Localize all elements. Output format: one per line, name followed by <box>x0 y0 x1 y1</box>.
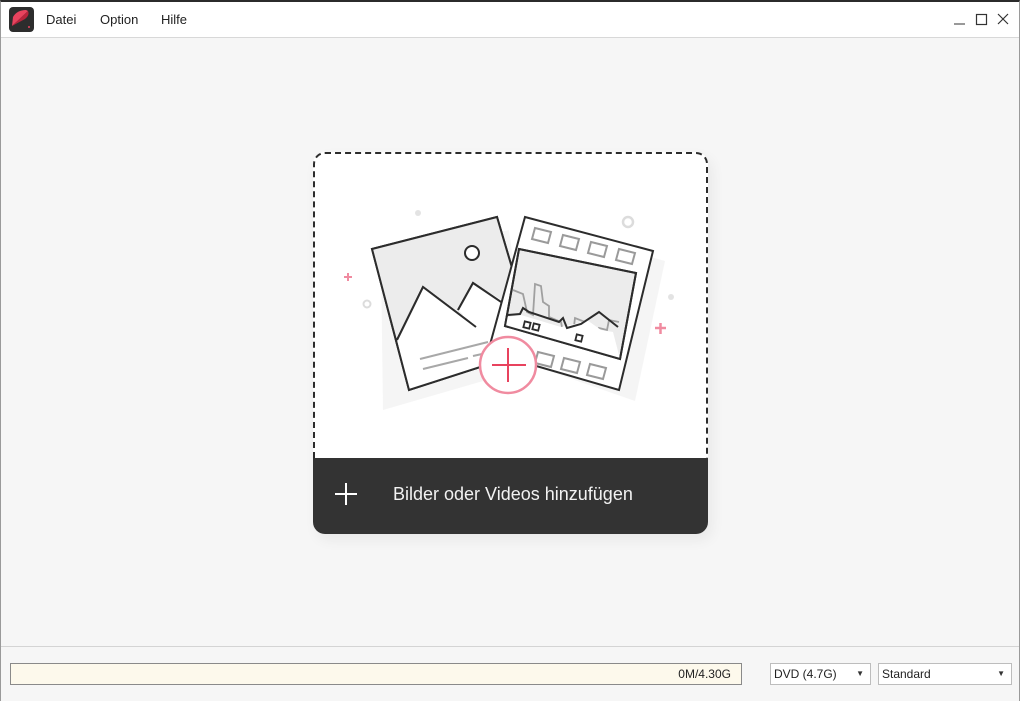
minimize-button[interactable] <box>950 10 968 28</box>
app-window: Datei Option Hilfe Bilder oder Videos hi… <box>0 0 1020 701</box>
quality-select[interactable]: Standard ▼ <box>878 663 1012 685</box>
menu-datei[interactable]: Datei <box>46 2 76 38</box>
ring-icon <box>362 299 372 309</box>
disc-type-select[interactable]: DVD (4.7G) ▼ <box>770 663 871 685</box>
photo-and-film-add-illustration <box>344 210 674 410</box>
menu-option[interactable]: Option <box>100 2 138 38</box>
bottom-bar: 0M/4.30G DVD (4.7G) ▼ Standard ▼ <box>1 646 1019 701</box>
sparkle-plus-icon <box>655 323 666 334</box>
close-button[interactable] <box>994 10 1012 28</box>
dropdown-arrow-icon: ▼ <box>997 669 1005 678</box>
capacity-text: 0M/4.30G <box>678 667 731 681</box>
minimize-icon <box>954 23 965 25</box>
app-logo-icon <box>9 7 34 32</box>
maximize-button[interactable] <box>972 10 990 28</box>
maximize-icon <box>975 13 988 26</box>
media-dropzone[interactable]: Bilder oder Videos hinzufügen <box>313 152 708 534</box>
plus-icon <box>335 483 357 505</box>
dot-icon <box>668 294 674 300</box>
sparkle-plus-icon <box>344 273 352 281</box>
dot-icon <box>415 210 421 216</box>
menu-hilfe[interactable]: Hilfe <box>161 2 187 38</box>
disc-type-value: DVD (4.7G) <box>774 667 837 681</box>
add-media-label: Bilder oder Videos hinzufügen <box>393 484 633 504</box>
ring-icon <box>621 215 635 229</box>
quality-value: Standard <box>882 667 931 681</box>
add-circle-icon <box>478 335 538 395</box>
title-bar: Datei Option Hilfe <box>1 2 1019 38</box>
dropdown-arrow-icon: ▼ <box>856 669 864 678</box>
disc-capacity-bar: 0M/4.30G <box>10 663 742 685</box>
add-media-button[interactable]: Bilder oder Videos hinzufügen <box>313 458 708 534</box>
close-icon <box>997 13 1009 25</box>
